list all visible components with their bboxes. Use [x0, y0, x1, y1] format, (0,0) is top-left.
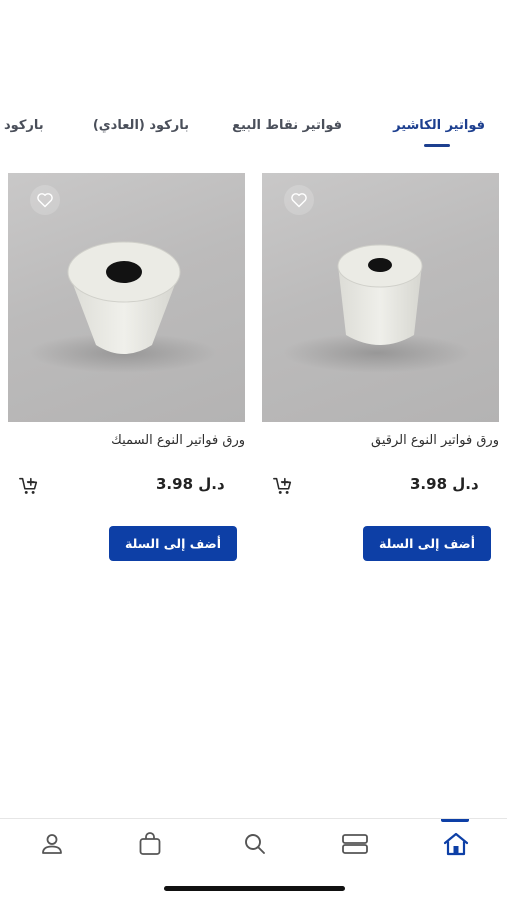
product-card[interactable]: ورق فواتير النوع الرقيق 3.98 د.ل أضف إلى…: [262, 173, 499, 573]
tab-barcode-regular[interactable]: باركود (العادي): [93, 118, 189, 133]
categories-icon: [342, 834, 368, 854]
user-icon: [42, 834, 62, 854]
product-title[interactable]: ورق فواتير النوع السميك: [8, 433, 245, 448]
bag-icon: [139, 832, 161, 855]
add-to-cart-button[interactable]: أضف إلى السلة: [109, 526, 237, 561]
tab-barcode[interactable]: باركود: [4, 118, 44, 133]
product-price: 3.98 د.ل: [410, 475, 479, 493]
nav-bag[interactable]: [135, 829, 165, 859]
product-title[interactable]: ورق فواتير النوع الرقيق: [262, 433, 499, 448]
tab-cashier-invoices[interactable]: فواتير الكاشير: [393, 118, 485, 133]
add-to-cart-icon-button[interactable]: [18, 475, 40, 497]
category-tabs: فواتير الكاشير فواتير نقاط البيع باركود …: [0, 112, 507, 152]
favorite-button[interactable]: [284, 185, 314, 215]
nav-home[interactable]: [441, 829, 471, 859]
heart-icon: [291, 193, 307, 208]
product-card[interactable]: ورق فواتير النوع السميك 3.98 د.ل أضف إلى…: [8, 173, 245, 573]
active-tab-indicator: [424, 144, 450, 147]
heart-icon: [37, 193, 53, 208]
product-image[interactable]: [262, 173, 499, 422]
active-nav-indicator: [441, 819, 469, 822]
cart-plus-icon: [273, 477, 292, 494]
home-indicator-bar[interactable]: [164, 886, 345, 891]
cart-plus-icon: [19, 477, 38, 494]
nav-categories[interactable]: [340, 829, 370, 859]
add-to-cart-button[interactable]: أضف إلى السلة: [363, 526, 491, 561]
nav-search[interactable]: [240, 829, 270, 859]
product-price: 3.98 د.ل: [156, 475, 225, 493]
favorite-button[interactable]: [30, 185, 60, 215]
add-to-cart-icon-button[interactable]: [272, 475, 294, 497]
nav-account[interactable]: [37, 829, 67, 859]
product-image[interactable]: [8, 173, 245, 422]
tab-pos-invoices[interactable]: فواتير نقاط البيع: [232, 118, 342, 133]
search-icon: [245, 834, 265, 854]
home-icon: [443, 832, 469, 856]
